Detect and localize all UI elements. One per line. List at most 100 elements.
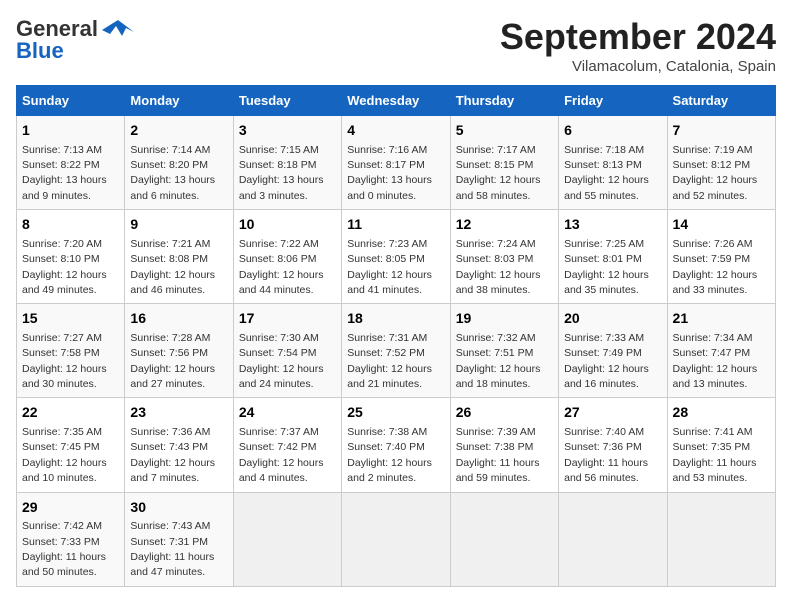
day-info: Sunrise: 7:35 AMSunset: 7:45 PMDaylight:… [22,426,107,484]
day-info: Sunrise: 7:17 AMSunset: 8:15 PMDaylight:… [456,144,541,202]
calendar-cell: 7 Sunrise: 7:19 AMSunset: 8:12 PMDayligh… [667,116,775,210]
calendar-row: 22 Sunrise: 7:35 AMSunset: 7:45 PMDaylig… [17,398,776,492]
day-number: 29 [22,498,119,518]
calendar-cell: 21 Sunrise: 7:34 AMSunset: 7:47 PMDaylig… [667,304,775,398]
day-info: Sunrise: 7:16 AMSunset: 8:17 PMDaylight:… [347,144,432,202]
day-number: 8 [22,215,119,235]
day-info: Sunrise: 7:39 AMSunset: 7:38 PMDaylight:… [456,426,540,484]
day-info: Sunrise: 7:43 AMSunset: 7:31 PMDaylight:… [130,520,214,578]
day-info: Sunrise: 7:38 AMSunset: 7:40 PMDaylight:… [347,426,432,484]
day-number: 1 [22,121,119,141]
day-number: 6 [564,121,661,141]
day-number: 27 [564,403,661,423]
calendar-cell: 6 Sunrise: 7:18 AMSunset: 8:13 PMDayligh… [559,116,667,210]
calendar-cell: 17 Sunrise: 7:30 AMSunset: 7:54 PMDaylig… [233,304,341,398]
day-number: 5 [456,121,553,141]
day-info: Sunrise: 7:14 AMSunset: 8:20 PMDaylight:… [130,144,215,202]
day-number: 22 [22,403,119,423]
day-info: Sunrise: 7:42 AMSunset: 7:33 PMDaylight:… [22,520,106,578]
header-friday: Friday [559,86,667,116]
calendar-cell: 4 Sunrise: 7:16 AMSunset: 8:17 PMDayligh… [342,116,450,210]
calendar-cell: 26 Sunrise: 7:39 AMSunset: 7:38 PMDaylig… [450,398,558,492]
day-number: 15 [22,309,119,329]
day-info: Sunrise: 7:15 AMSunset: 8:18 PMDaylight:… [239,144,324,202]
calendar-cell [667,492,775,586]
calendar-row: 15 Sunrise: 7:27 AMSunset: 7:58 PMDaylig… [17,304,776,398]
day-number: 11 [347,215,444,235]
calendar-cell: 16 Sunrise: 7:28 AMSunset: 7:56 PMDaylig… [125,304,233,398]
header-saturday: Saturday [667,86,775,116]
calendar-cell: 5 Sunrise: 7:17 AMSunset: 8:15 PMDayligh… [450,116,558,210]
day-info: Sunrise: 7:30 AMSunset: 7:54 PMDaylight:… [239,332,324,390]
day-number: 3 [239,121,336,141]
calendar-cell: 24 Sunrise: 7:37 AMSunset: 7:42 PMDaylig… [233,398,341,492]
calendar-cell: 25 Sunrise: 7:38 AMSunset: 7:40 PMDaylig… [342,398,450,492]
day-number: 28 [673,403,770,423]
header-wednesday: Wednesday [342,86,450,116]
calendar-cell [559,492,667,586]
calendar-cell: 19 Sunrise: 7:32 AMSunset: 7:51 PMDaylig… [450,304,558,398]
calendar-row: 8 Sunrise: 7:20 AMSunset: 8:10 PMDayligh… [17,210,776,304]
day-info: Sunrise: 7:22 AMSunset: 8:06 PMDaylight:… [239,238,324,296]
day-info: Sunrise: 7:28 AMSunset: 7:56 PMDaylight:… [130,332,215,390]
calendar-cell: 14 Sunrise: 7:26 AMSunset: 7:59 PMDaylig… [667,210,775,304]
day-number: 18 [347,309,444,329]
location-subtitle: Vilamacolum, Catalonia, Spain [500,58,776,75]
day-info: Sunrise: 7:19 AMSunset: 8:12 PMDaylight:… [673,144,758,202]
day-number: 16 [130,309,227,329]
day-info: Sunrise: 7:32 AMSunset: 7:51 PMDaylight:… [456,332,541,390]
day-number: 21 [673,309,770,329]
calendar-cell: 22 Sunrise: 7:35 AMSunset: 7:45 PMDaylig… [17,398,125,492]
day-number: 25 [347,403,444,423]
calendar-cell: 29 Sunrise: 7:42 AMSunset: 7:33 PMDaylig… [17,492,125,586]
days-header-row: Sunday Monday Tuesday Wednesday Thursday… [17,86,776,116]
day-number: 13 [564,215,661,235]
header-sunday: Sunday [17,86,125,116]
header-monday: Monday [125,86,233,116]
calendar-cell: 11 Sunrise: 7:23 AMSunset: 8:05 PMDaylig… [342,210,450,304]
header-tuesday: Tuesday [233,86,341,116]
day-info: Sunrise: 7:40 AMSunset: 7:36 PMDaylight:… [564,426,648,484]
day-info: Sunrise: 7:25 AMSunset: 8:01 PMDaylight:… [564,238,649,296]
logo-bird-icon [102,18,134,40]
calendar-cell: 28 Sunrise: 7:41 AMSunset: 7:35 PMDaylig… [667,398,775,492]
day-number: 7 [673,121,770,141]
day-number: 17 [239,309,336,329]
day-info: Sunrise: 7:41 AMSunset: 7:35 PMDaylight:… [673,426,757,484]
calendar-cell: 8 Sunrise: 7:20 AMSunset: 8:10 PMDayligh… [17,210,125,304]
day-info: Sunrise: 7:31 AMSunset: 7:52 PMDaylight:… [347,332,432,390]
calendar-row: 1 Sunrise: 7:13 AMSunset: 8:22 PMDayligh… [17,116,776,210]
calendar-cell: 23 Sunrise: 7:36 AMSunset: 7:43 PMDaylig… [125,398,233,492]
logo: General Blue [16,16,134,64]
calendar-cell: 30 Sunrise: 7:43 AMSunset: 7:31 PMDaylig… [125,492,233,586]
day-info: Sunrise: 7:26 AMSunset: 7:59 PMDaylight:… [673,238,758,296]
day-info: Sunrise: 7:23 AMSunset: 8:05 PMDaylight:… [347,238,432,296]
calendar-cell: 9 Sunrise: 7:21 AMSunset: 8:08 PMDayligh… [125,210,233,304]
day-number: 30 [130,498,227,518]
day-info: Sunrise: 7:36 AMSunset: 7:43 PMDaylight:… [130,426,215,484]
calendar-cell: 2 Sunrise: 7:14 AMSunset: 8:20 PMDayligh… [125,116,233,210]
month-title: September 2024 [500,16,776,58]
day-info: Sunrise: 7:34 AMSunset: 7:47 PMDaylight:… [673,332,758,390]
calendar-cell: 12 Sunrise: 7:24 AMSunset: 8:03 PMDaylig… [450,210,558,304]
calendar-cell: 20 Sunrise: 7:33 AMSunset: 7:49 PMDaylig… [559,304,667,398]
day-info: Sunrise: 7:21 AMSunset: 8:08 PMDaylight:… [130,238,215,296]
day-number: 12 [456,215,553,235]
calendar-cell [450,492,558,586]
day-number: 23 [130,403,227,423]
calendar-cell: 1 Sunrise: 7:13 AMSunset: 8:22 PMDayligh… [17,116,125,210]
calendar-cell: 3 Sunrise: 7:15 AMSunset: 8:18 PMDayligh… [233,116,341,210]
calendar-cell: 13 Sunrise: 7:25 AMSunset: 8:01 PMDaylig… [559,210,667,304]
day-number: 2 [130,121,227,141]
day-number: 10 [239,215,336,235]
day-info: Sunrise: 7:20 AMSunset: 8:10 PMDaylight:… [22,238,107,296]
day-info: Sunrise: 7:27 AMSunset: 7:58 PMDaylight:… [22,332,107,390]
header: General Blue September 2024 Vilamacolum,… [16,16,776,75]
day-number: 4 [347,121,444,141]
calendar-row: 29 Sunrise: 7:42 AMSunset: 7:33 PMDaylig… [17,492,776,586]
day-number: 14 [673,215,770,235]
title-area: September 2024 Vilamacolum, Catalonia, S… [500,16,776,75]
logo-blue: Blue [16,38,64,64]
day-info: Sunrise: 7:37 AMSunset: 7:42 PMDaylight:… [239,426,324,484]
day-number: 19 [456,309,553,329]
